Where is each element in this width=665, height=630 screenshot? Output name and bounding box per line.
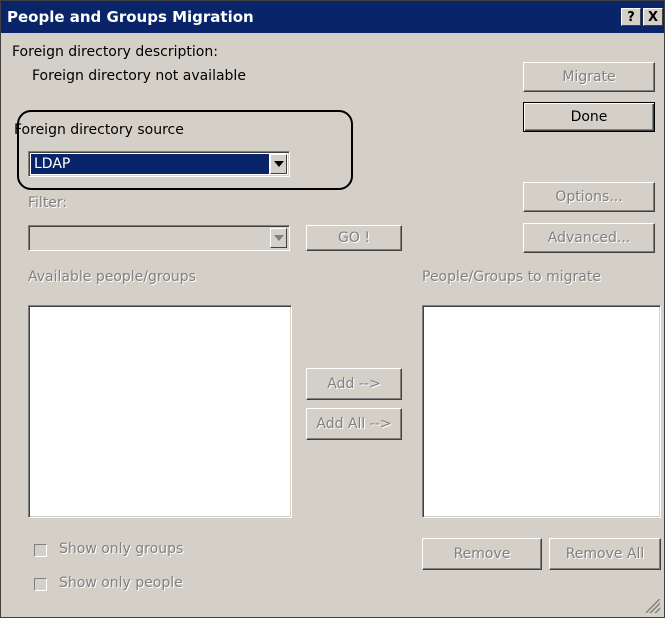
- migrate-button[interactable]: Migrate: [523, 62, 655, 92]
- people-to-migrate-list[interactable]: [422, 305, 661, 518]
- show-only-groups-label: Show only groups: [59, 541, 184, 557]
- title-bar[interactable]: People and Groups Migration ? X: [1, 1, 664, 33]
- remove-all-button[interactable]: Remove All: [549, 538, 661, 570]
- show-only-groups-checkbox[interactable]: [34, 544, 47, 557]
- filter-label: Filter:: [28, 195, 68, 211]
- source-selected-value: LDAP: [31, 154, 269, 174]
- available-list-label: Available people/groups: [28, 269, 196, 285]
- source-combobox[interactable]: LDAP: [28, 151, 290, 177]
- advanced-button[interactable]: Advanced...: [523, 223, 655, 253]
- description-value: Foreign directory not available: [32, 68, 246, 84]
- migration-dialog: People and Groups Migration ? X Foreign …: [0, 0, 665, 618]
- available-people-list[interactable]: [28, 305, 292, 518]
- help-button[interactable]: ?: [621, 8, 641, 26]
- show-only-people-label: Show only people: [59, 575, 183, 591]
- go-button[interactable]: GO !: [306, 225, 402, 251]
- migrate-list-label: People/Groups to migrate: [422, 269, 601, 285]
- add-all-button[interactable]: Add All -->: [306, 408, 402, 440]
- chevron-down-icon: [274, 161, 284, 167]
- filter-combobox[interactable]: [28, 225, 290, 251]
- resize-grip[interactable]: [646, 599, 660, 613]
- options-button[interactable]: Options...: [523, 182, 655, 212]
- source-dropdown-button[interactable]: [270, 154, 287, 174]
- done-button[interactable]: Done: [523, 102, 655, 132]
- show-only-people-checkbox[interactable]: [34, 578, 47, 591]
- remove-button[interactable]: Remove: [422, 538, 542, 570]
- description-label: Foreign directory description:: [12, 44, 218, 60]
- filter-dropdown-button[interactable]: [270, 228, 287, 248]
- source-label: Foreign directory source: [14, 122, 184, 138]
- chevron-down-icon: [274, 235, 284, 241]
- filter-value: [31, 228, 269, 248]
- close-button[interactable]: X: [643, 8, 663, 26]
- add-button[interactable]: Add -->: [306, 368, 402, 400]
- window-title: People and Groups Migration: [7, 8, 254, 26]
